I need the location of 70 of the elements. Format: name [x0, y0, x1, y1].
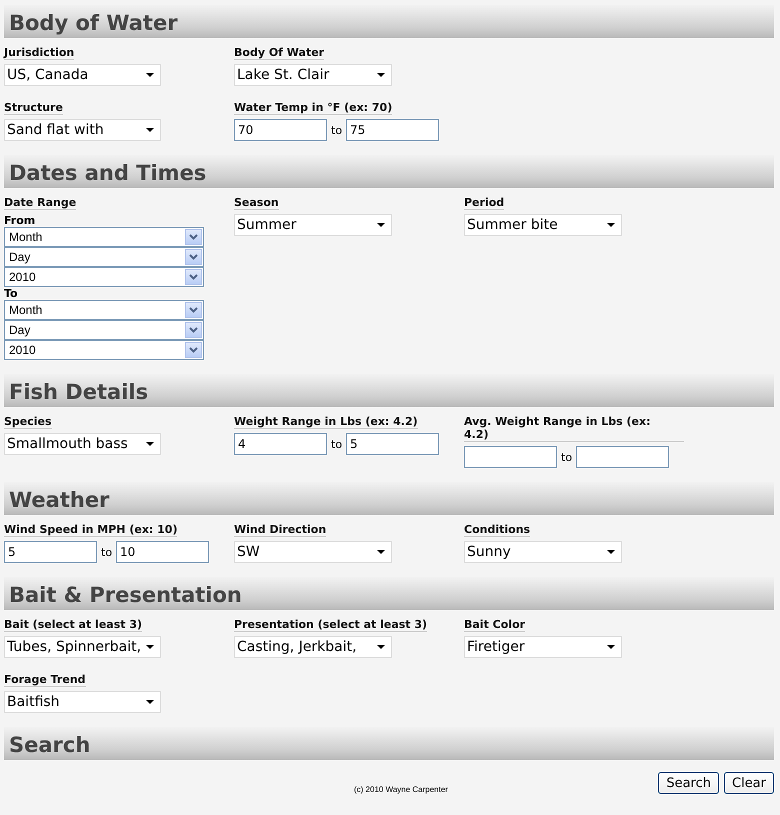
dropdown[interactable]: Sunny: [464, 541, 622, 563]
caret-icon: [377, 550, 385, 554]
dropdown[interactable]: Firetiger: [464, 636, 622, 658]
form-button[interactable]: Clear: [724, 772, 774, 794]
section-header: Search: [4, 727, 774, 760]
form-button[interactable]: Search: [658, 772, 719, 794]
field-label: Jurisdiction: [4, 46, 74, 60]
dropdown[interactable]: Month: [4, 227, 204, 247]
field-label: Conditions: [464, 523, 530, 537]
sub-label: From: [4, 214, 36, 227]
caret-icon: [146, 645, 154, 649]
field-label: Forage Trend: [4, 673, 86, 687]
field-label: Weight Range in Lbs (ex: 4.2): [234, 415, 418, 429]
dropdown[interactable]: Day: [4, 247, 204, 267]
caret-icon: [607, 223, 615, 227]
field-label: Structure: [4, 101, 63, 115]
dropdown[interactable]: 2010: [4, 267, 204, 287]
dropdown[interactable]: Lake St. Clair: [234, 64, 392, 86]
dropdown[interactable]: Tubes, Spinnerbait,: [4, 636, 161, 658]
caret-icon: [146, 700, 154, 704]
dropdown[interactable]: Month: [4, 300, 204, 320]
field-label: Season: [234, 196, 279, 210]
dropdown[interactable]: Sand flat with: [4, 119, 161, 141]
input-field[interactable]: 4: [234, 433, 327, 455]
input-field[interactable]: 10: [116, 541, 210, 563]
dropdown[interactable]: Summer bite: [464, 214, 622, 236]
section-header: Bait & Presentation: [4, 577, 774, 610]
section-header: Body of Water: [4, 5, 774, 38]
field-label: Date Range: [4, 196, 76, 210]
section-header: Dates and Times: [4, 155, 774, 188]
field-label: Period: [464, 196, 504, 210]
caret-icon: [146, 73, 154, 77]
dropdown[interactable]: Baitfish: [4, 691, 161, 713]
input-field[interactable]: 75: [346, 119, 440, 141]
range-joiner: to: [561, 450, 572, 464]
range-joiner: to: [331, 438, 342, 450]
field-label: Species: [4, 415, 52, 429]
caret-icon: [607, 550, 615, 554]
field-label: Avg. Weight Range in Lbs (ex: 4.2): [464, 415, 684, 442]
sub-label: To: [4, 287, 18, 300]
dropdown[interactable]: Summer: [234, 214, 392, 236]
dropdown[interactable]: SW: [234, 541, 392, 563]
dropdown[interactable]: Day: [4, 320, 204, 340]
field-label: Wind Speed in MPH (ex: 10): [4, 523, 178, 537]
input-field[interactable]: 70: [234, 119, 327, 141]
caret-icon: [607, 645, 615, 649]
dropdown[interactable]: Casting, Jerkbait,: [234, 636, 392, 658]
field-label: Wind Direction: [234, 523, 326, 537]
range-joiner: to: [331, 124, 342, 136]
field-label: Body Of Water: [234, 46, 324, 60]
caret-icon: [146, 442, 154, 446]
copyright-text: (c) 2010 Wayne Carpenter: [354, 784, 448, 794]
dropdown[interactable]: US, Canada: [4, 64, 161, 86]
dropdown[interactable]: 2010: [4, 340, 204, 360]
input-field[interactable]: [464, 446, 557, 468]
field-label: Water Temp in °F (ex: 70): [234, 101, 392, 115]
range-joiner: to: [101, 546, 112, 558]
field-label: Presentation (select at least 3): [234, 618, 428, 632]
field-label: Bait (select at least 3): [4, 618, 142, 632]
dropdown[interactable]: Smallmouth bass: [4, 433, 161, 455]
input-field[interactable]: [576, 446, 670, 468]
input-field[interactable]: 5: [346, 433, 440, 455]
field-label: Bait Color: [464, 618, 526, 632]
input-field[interactable]: 5: [4, 541, 97, 563]
caret-icon: [146, 128, 154, 132]
caret-icon: [377, 645, 385, 649]
section-header: Fish Details: [4, 374, 774, 407]
caret-icon: [377, 223, 385, 227]
section-header: Weather: [4, 482, 774, 515]
caret-icon: [377, 73, 385, 77]
